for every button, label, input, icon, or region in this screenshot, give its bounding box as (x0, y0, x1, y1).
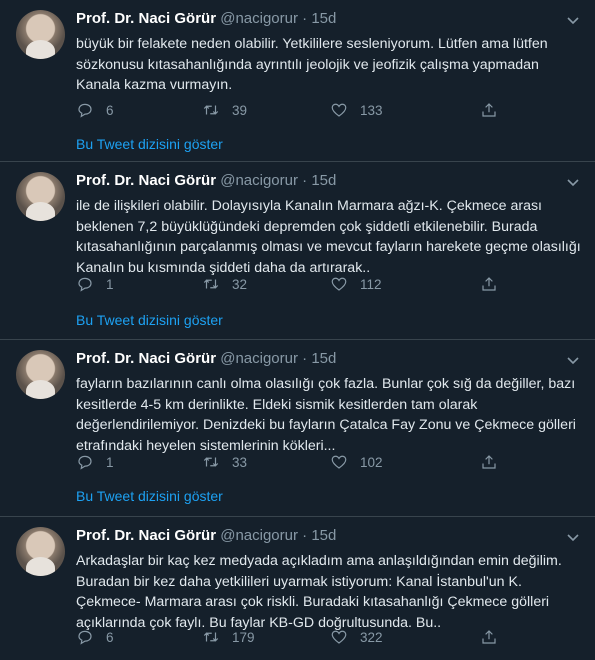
separator-dot: · (302, 350, 308, 367)
avatar[interactable] (16, 10, 65, 59)
retweet-icon (203, 457, 219, 467)
author-handle[interactable]: @nacigorur (220, 350, 298, 367)
tweet-header: Prof. Dr. Naci Görür @nacigorur · 15d (76, 10, 336, 27)
share-icon (482, 277, 496, 291)
avatar[interactable] (16, 172, 65, 221)
author-name[interactable]: Prof. Dr. Naci Görür (76, 10, 216, 27)
retweet-count: 179 (232, 629, 255, 645)
share-icon (482, 630, 496, 644)
retweet-count: 32 (232, 276, 248, 292)
retweet-button[interactable]: 33 (202, 450, 247, 474)
reply-button[interactable]: 6 (76, 625, 114, 649)
tweet-actions: 1 33 102 (76, 450, 576, 474)
like-button[interactable]: 112 (330, 272, 382, 296)
author-handle[interactable]: @nacigorur (220, 527, 298, 544)
timestamp[interactable]: 15d (311, 350, 336, 367)
avatar[interactable] (16, 350, 65, 399)
retweet-button[interactable]: 32 (202, 272, 247, 296)
chevron-down-icon[interactable] (565, 174, 581, 190)
tweet-actions: 1 32 112 (76, 272, 576, 296)
chevron-down-icon[interactable] (565, 12, 581, 28)
share-button[interactable] (480, 450, 498, 474)
reply-icon (78, 277, 92, 292)
heart-icon (331, 630, 347, 644)
retweet-count: 39 (232, 102, 248, 118)
timestamp[interactable]: 15d (311, 10, 336, 27)
tweet-text: büyük bir felakete neden olabilir. Yetki… (76, 36, 548, 93)
retweet-button[interactable]: 39 (202, 98, 247, 122)
tweet-text: ile de ilişkileri olabilir. Dolayısıyla … (76, 198, 581, 276)
show-thread-link[interactable]: Bu Tweet dizisini göster (76, 312, 223, 328)
like-count: 112 (360, 276, 382, 292)
retweet-icon (203, 279, 219, 289)
separator-dot: · (302, 10, 308, 27)
timestamp[interactable]: 15d (311, 172, 336, 189)
tweet[interactable]: Prof. Dr. Naci Görür @nacigorur · 15d Ar… (0, 517, 595, 660)
author-handle[interactable]: @nacigorur (220, 172, 298, 189)
tweet-header: Prof. Dr. Naci Görür @nacigorur · 15d (76, 350, 336, 367)
like-button[interactable]: 322 (330, 625, 383, 649)
tweet-header: Prof. Dr. Naci Görür @nacigorur · 15d (76, 172, 336, 189)
show-thread-link[interactable]: Bu Tweet dizisini göster (76, 136, 223, 152)
tweet-text: Arkadaşlar bir kaç kez medyada açıkladım… (76, 553, 562, 631)
reply-button[interactable]: 1 (76, 450, 114, 474)
author-name[interactable]: Prof. Dr. Naci Görür (76, 527, 216, 544)
show-thread-link[interactable]: Bu Tweet dizisini göster (76, 488, 223, 504)
retweet-icon (203, 632, 219, 642)
tweet-actions: 6 39 133 (76, 98, 576, 122)
timestamp[interactable]: 15d (311, 527, 336, 544)
tweet[interactable]: Prof. Dr. Naci Görür @nacigorur · 15d il… (0, 162, 595, 340)
reply-icon (78, 103, 92, 118)
tweet[interactable]: Prof. Dr. Naci Görür @nacigorur · 15d bü… (0, 0, 595, 162)
retweet-count: 33 (232, 454, 248, 470)
author-name[interactable]: Prof. Dr. Naci Görür (76, 172, 216, 189)
reply-button[interactable]: 6 (76, 98, 114, 122)
reply-button[interactable]: 1 (76, 272, 114, 296)
share-icon (482, 103, 496, 117)
like-count: 133 (360, 102, 383, 118)
separator-dot: · (302, 527, 308, 544)
like-button[interactable]: 102 (330, 450, 383, 474)
retweet-button[interactable]: 179 (202, 625, 255, 649)
reply-count: 1 (106, 454, 114, 470)
tweet-actions: 6 179 322 (76, 625, 576, 649)
reply-count: 6 (106, 629, 114, 645)
share-icon (482, 455, 496, 469)
like-button[interactable]: 133 (330, 98, 383, 122)
separator-dot: · (302, 172, 308, 189)
reply-icon (78, 630, 92, 645)
heart-icon (331, 455, 347, 469)
reply-icon (78, 455, 92, 470)
share-button[interactable] (480, 98, 498, 122)
author-handle[interactable]: @nacigorur (220, 10, 298, 27)
retweet-icon (203, 105, 219, 115)
author-name[interactable]: Prof. Dr. Naci Görür (76, 350, 216, 367)
chevron-down-icon[interactable] (565, 529, 581, 545)
avatar[interactable] (16, 527, 65, 576)
heart-icon (331, 103, 347, 117)
tweet-text: fayların bazılarının canlı olma olasılığ… (76, 376, 576, 454)
reply-count: 1 (106, 276, 114, 292)
like-count: 322 (360, 629, 383, 645)
reply-count: 6 (106, 102, 114, 118)
tweet[interactable]: Prof. Dr. Naci Görür @nacigorur · 15d fa… (0, 340, 595, 517)
chevron-down-icon[interactable] (565, 352, 581, 368)
like-count: 102 (360, 454, 383, 470)
share-button[interactable] (480, 272, 498, 296)
share-button[interactable] (480, 625, 498, 649)
heart-icon (331, 277, 347, 291)
tweet-header: Prof. Dr. Naci Görür @nacigorur · 15d (76, 527, 336, 544)
